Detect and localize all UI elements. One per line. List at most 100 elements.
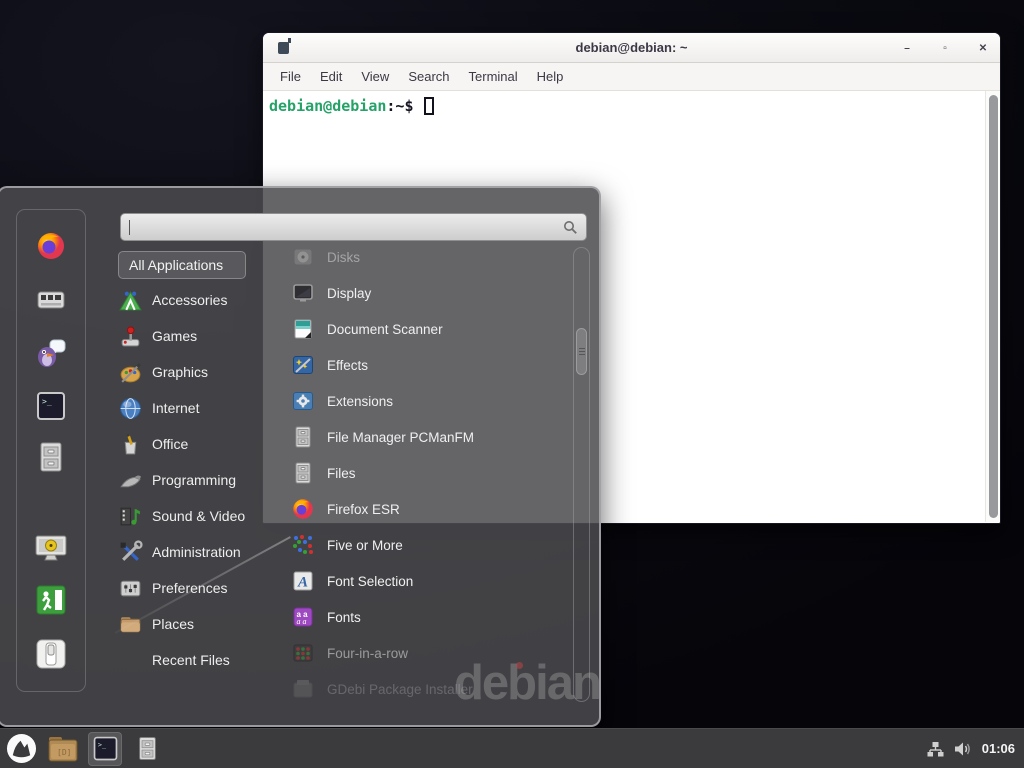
clock[interactable]: 01:06: [982, 741, 1015, 756]
app-label: Document Scanner: [327, 322, 443, 337]
app-label: Five or More: [327, 538, 403, 553]
categories-list: All Applications Accessories Games: [118, 251, 278, 678]
favorite-shutdown[interactable]: [34, 637, 68, 671]
games-icon: [118, 324, 143, 349]
applications-list: Disks Display Document Scanner: [291, 239, 567, 707]
app-label: Firefox ESR: [327, 502, 400, 517]
category-label: Accessories: [152, 292, 227, 308]
category-label: Internet: [152, 400, 199, 416]
search-input[interactable]: [128, 220, 563, 235]
four-in-a-row-icon: [291, 641, 315, 665]
file-cabinet-icon: [291, 461, 315, 485]
category-places[interactable]: Places: [118, 606, 278, 642]
category-preferences[interactable]: Preferences: [118, 570, 278, 606]
menu-file[interactable]: File: [275, 66, 306, 87]
folder-icon: [D]: [48, 736, 78, 762]
file-manager-launcher[interactable]: [D]: [46, 732, 80, 766]
effects-icon: [291, 353, 315, 377]
app-label: Disks: [327, 250, 360, 265]
minimize-icon[interactable]: –: [900, 43, 914, 54]
app-font-selection[interactable]: A Font Selection: [291, 563, 567, 599]
app-disks[interactable]: Disks: [291, 239, 567, 275]
category-office[interactable]: Office: [118, 426, 278, 462]
menu-scrollbar-thumb[interactable]: [576, 328, 587, 375]
svg-text:>_: >_: [42, 397, 52, 406]
favorite-lock-screen[interactable]: [34, 532, 68, 566]
app-display[interactable]: Display: [291, 275, 567, 311]
close-icon[interactable]: ✕: [976, 43, 990, 54]
administration-icon: [118, 540, 143, 565]
five-or-more-icon: [291, 533, 315, 557]
app-label: Effects: [327, 358, 368, 373]
sound-video-icon: [118, 504, 143, 529]
menu-help[interactable]: Help: [532, 66, 569, 87]
app-effects[interactable]: Effects: [291, 347, 567, 383]
app-file-manager-pcmanfm[interactable]: File Manager PCManFM: [291, 419, 567, 455]
category-graphics[interactable]: Graphics: [118, 354, 278, 390]
terminal-menubar: File Edit View Search Terminal Help: [263, 63, 1000, 91]
menu-view[interactable]: View: [356, 66, 394, 87]
fonts-icon: a a a a: [291, 605, 315, 629]
desktop: debian@debian: ~ – ▫ ✕ File Edit View Se…: [0, 0, 1024, 768]
logout-icon: [35, 584, 67, 616]
volume-icon[interactable]: [954, 741, 972, 757]
file-cabinet-icon: [291, 425, 315, 449]
accessories-icon: [118, 288, 143, 313]
category-recent-files[interactable]: Recent Files: [118, 642, 278, 678]
app-files[interactable]: Files: [291, 455, 567, 491]
display-icon: [291, 281, 315, 305]
menu-button[interactable]: [4, 732, 38, 766]
favorite-firefox[interactable]: [34, 229, 68, 263]
category-label: Sound & Video: [152, 508, 245, 524]
graphics-icon: [118, 360, 143, 385]
favorite-control-center[interactable]: [34, 283, 68, 317]
app-label: Extensions: [327, 394, 393, 409]
app-gdebi-package-installer[interactable]: GDebi Package Installer: [291, 671, 567, 707]
shutdown-icon: [35, 638, 67, 670]
menu-scrollbar[interactable]: [573, 247, 590, 702]
files-window-button[interactable]: [130, 732, 164, 766]
control-center-icon: [35, 284, 67, 316]
app-fonts[interactable]: a a a a Fonts: [291, 599, 567, 635]
favorite-terminal[interactable]: >_: [34, 389, 68, 423]
terminal-scrollbar-thumb[interactable]: [989, 95, 998, 518]
window-title: debian@debian: ~: [263, 40, 1000, 55]
network-icon[interactable]: [927, 741, 944, 757]
terminal-titlebar[interactable]: debian@debian: ~ – ▫ ✕: [263, 33, 1000, 63]
firefox-icon: [35, 230, 67, 262]
menu-search[interactable]: Search: [403, 66, 454, 87]
preferences-icon: [118, 576, 143, 601]
terminal-scrollbar[interactable]: [985, 91, 1000, 522]
app-five-or-more[interactable]: Five or More: [291, 527, 567, 563]
favorite-files[interactable]: [34, 440, 68, 474]
terminal-icon: >_: [35, 390, 67, 422]
category-internet[interactable]: Internet: [118, 390, 278, 426]
app-firefox-esr[interactable]: Firefox ESR: [291, 491, 567, 527]
category-label: Preferences: [152, 580, 227, 596]
application-menu: >_: [0, 186, 601, 727]
favorites-column: >_: [16, 209, 86, 692]
category-label: Graphics: [152, 364, 208, 380]
app-extensions[interactable]: Extensions: [291, 383, 567, 419]
maximize-icon[interactable]: ▫: [938, 43, 952, 54]
menu-logo-icon: [6, 733, 37, 764]
pidgin-icon: [35, 338, 67, 370]
prompt-user: debian@debian: [269, 97, 386, 115]
terminal-window-button[interactable]: >_: [88, 732, 122, 766]
category-games[interactable]: Games: [118, 318, 278, 354]
menu-terminal[interactable]: Terminal: [464, 66, 523, 87]
category-label: Places: [152, 616, 194, 632]
category-accessories[interactable]: Accessories: [118, 282, 278, 318]
app-four-in-a-row[interactable]: Four-in-a-row: [291, 635, 567, 671]
category-programming[interactable]: Programming: [118, 462, 278, 498]
category-label: Games: [152, 328, 197, 344]
app-document-scanner[interactable]: Document Scanner: [291, 311, 567, 347]
taskbar-panel: [D] >_: [0, 728, 1024, 768]
category-sound-video[interactable]: Sound & Video: [118, 498, 278, 534]
favorite-pidgin[interactable]: [34, 337, 68, 371]
category-all-applications[interactable]: All Applications: [118, 251, 246, 279]
favorite-logout[interactable]: [34, 583, 68, 617]
category-administration[interactable]: Administration: [118, 534, 278, 570]
search-box[interactable]: [120, 213, 587, 241]
menu-edit[interactable]: Edit: [315, 66, 347, 87]
